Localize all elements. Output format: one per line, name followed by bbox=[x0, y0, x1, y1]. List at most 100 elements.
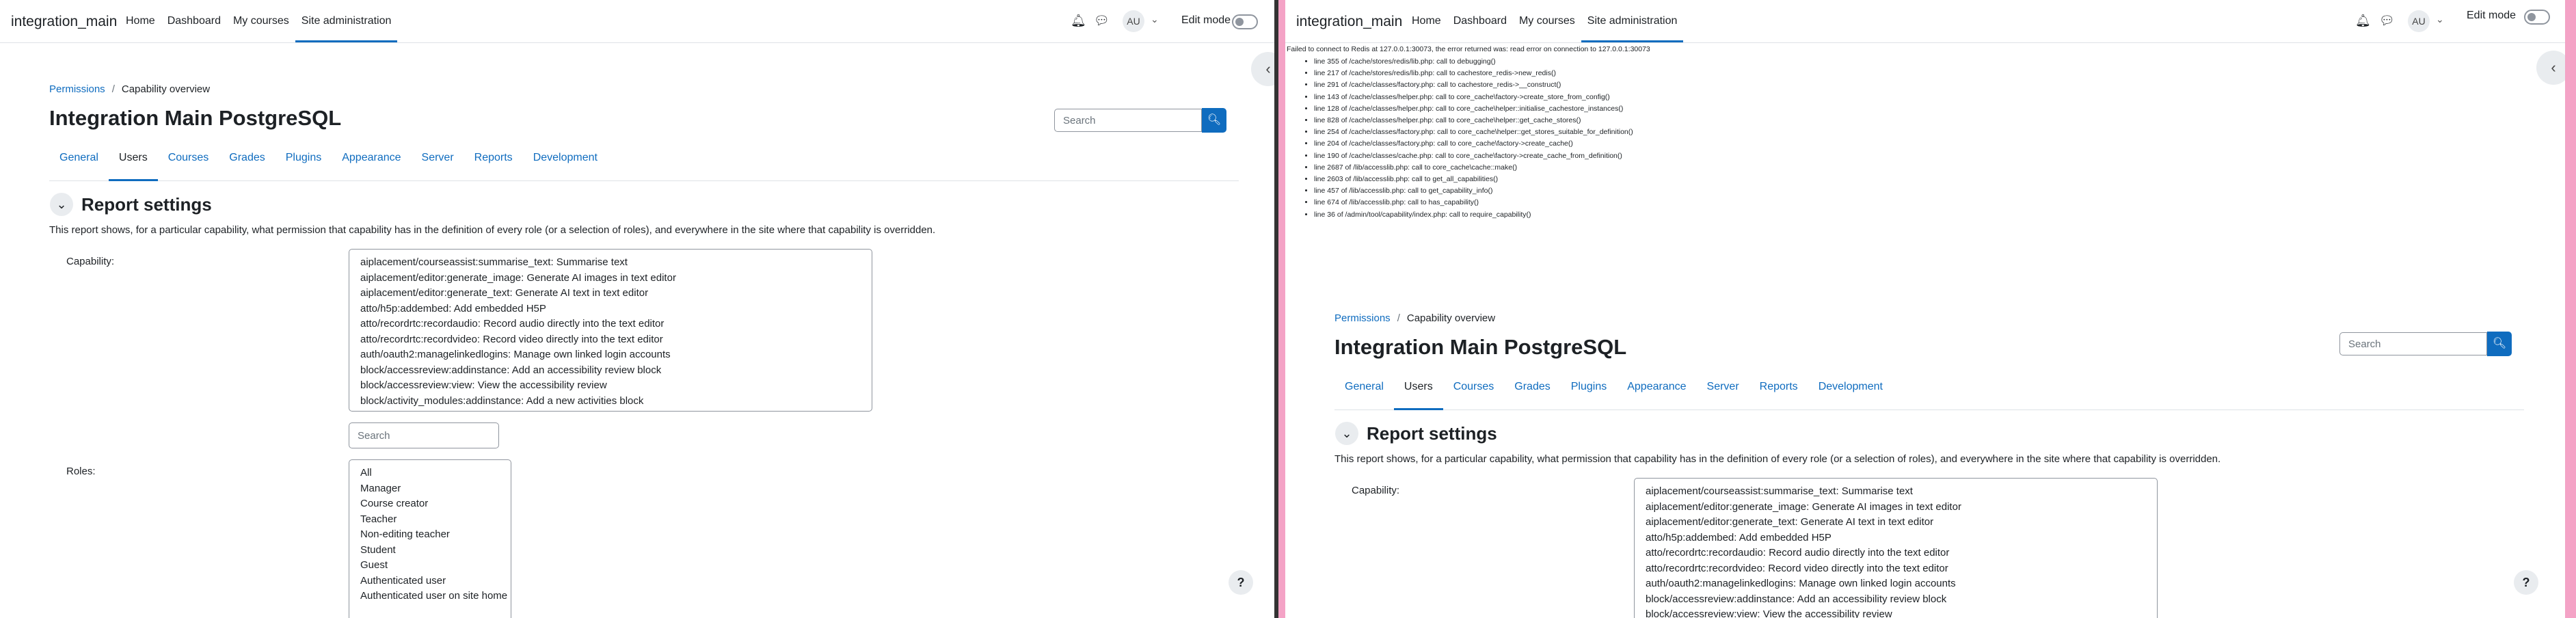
backtrace-line: line 128 of /cache/classes/helper.php: c… bbox=[1314, 103, 1633, 115]
tab-reports[interactable]: Reports bbox=[1749, 370, 1808, 409]
tab-courses[interactable]: Courses bbox=[158, 141, 219, 180]
breadcrumb-current: Capability overview bbox=[1406, 312, 1496, 324]
breadcrumb: Permissions / Capability overview bbox=[1334, 312, 1495, 324]
capability-option[interactable]: aiplacement/editor:generate_image: Gener… bbox=[1635, 500, 2157, 515]
nav-site-administration[interactable]: Site administration bbox=[1581, 0, 1684, 42]
nav-my-courses[interactable]: My courses bbox=[227, 0, 295, 42]
left-browser-pane: integration_main Home Dashboard My cours… bbox=[0, 0, 1274, 618]
search-input[interactable]: Search bbox=[1054, 109, 1202, 132]
bell-icon[interactable]: 🔔︎ bbox=[2355, 14, 2371, 28]
role-option[interactable]: All bbox=[349, 466, 511, 481]
capability-option[interactable]: auth/oauth2:managelinkedlogins: Manage o… bbox=[349, 347, 872, 363]
capability-option[interactable]: block/activity_modules:addinstance: Add … bbox=[349, 394, 872, 409]
help-button[interactable]: ? bbox=[1229, 570, 1253, 595]
tab-development[interactable]: Development bbox=[523, 141, 608, 180]
tab-plugins[interactable]: Plugins bbox=[1561, 370, 1617, 409]
admin-tabs: General Users Courses Grades Plugins App… bbox=[49, 141, 1239, 181]
tab-users[interactable]: Users bbox=[108, 141, 158, 181]
top-navbar: integration_main Home Dashboard My cours… bbox=[0, 0, 1274, 43]
breadcrumb-current: Capability overview bbox=[121, 83, 211, 95]
backtrace-line: line 254 of /cache/classes/factory.php: … bbox=[1314, 126, 1633, 138]
tab-server[interactable]: Server bbox=[1697, 370, 1749, 409]
chevron-down-icon[interactable]: ⌄ bbox=[2436, 14, 2444, 25]
tab-server[interactable]: Server bbox=[412, 141, 464, 180]
user-avatar[interactable]: AU bbox=[1123, 10, 1144, 32]
capability-option[interactable]: atto/recordrtc:recordvideo: Record video… bbox=[349, 332, 872, 348]
capability-option[interactable]: block/accessreview:view: View the access… bbox=[1635, 607, 2157, 618]
tab-general[interactable]: General bbox=[49, 141, 109, 180]
backtrace-line: line 36 of /admin/tool/capability/index.… bbox=[1314, 209, 1633, 221]
top-navbar: integration_main Home Dashboard My cours… bbox=[1285, 0, 2576, 43]
capability-option[interactable]: aiplacement/editor:generate_text: Genera… bbox=[349, 286, 872, 301]
breadcrumb-permissions[interactable]: Permissions bbox=[1334, 312, 1391, 324]
help-button[interactable]: ? bbox=[2514, 570, 2538, 595]
nav-dashboard[interactable]: Dashboard bbox=[161, 0, 227, 42]
site-name[interactable]: integration_main bbox=[1296, 14, 1402, 30]
tab-grades[interactable]: Grades bbox=[219, 141, 275, 180]
role-option[interactable]: Course creator bbox=[349, 496, 511, 512]
capability-option[interactable]: block/accessreview:addinstance: Add an a… bbox=[1635, 592, 2157, 608]
primary-nav: Home Dashboard My courses Site administr… bbox=[1406, 0, 1684, 42]
collapse-chevron-icon[interactable]: ⌄ bbox=[1335, 422, 1358, 445]
backtrace-line: line 217 of /cache/stores/redis/lib.php:… bbox=[1314, 68, 1633, 79]
nav-dashboard[interactable]: Dashboard bbox=[1447, 0, 1513, 42]
edit-mode-toggle[interactable] bbox=[2524, 10, 2550, 25]
primary-nav: Home Dashboard My courses Site administr… bbox=[120, 0, 398, 42]
nav-home[interactable]: Home bbox=[1406, 0, 1447, 42]
capability-option[interactable]: block/accessreview:addinstance: Add an a… bbox=[349, 363, 872, 379]
backtrace-line: line 190 of /cache/classes/cache.php: ca… bbox=[1314, 150, 1633, 162]
capability-select[interactable]: aiplacement/courseassist:summarise_text:… bbox=[349, 249, 872, 412]
tab-courses[interactable]: Courses bbox=[1443, 370, 1505, 409]
role-option[interactable]: Guest bbox=[349, 558, 511, 574]
capability-option[interactable]: atto/recordrtc:recordvideo: Record video… bbox=[1635, 561, 2157, 577]
capability-option[interactable]: atto/h5p:addembed: Add embedded H5P bbox=[349, 301, 872, 317]
tab-appearance[interactable]: Appearance bbox=[1617, 370, 1696, 409]
bell-icon[interactable]: 🔔︎ bbox=[1071, 14, 1086, 28]
chevron-down-icon[interactable]: ⌄ bbox=[1151, 14, 1159, 25]
capability-option[interactable]: block/accessreview:view: View the access… bbox=[349, 378, 872, 394]
tab-general[interactable]: General bbox=[1334, 370, 1394, 409]
role-option[interactable]: Student bbox=[349, 543, 511, 559]
message-icon[interactable]: 💬︎ bbox=[2379, 14, 2395, 28]
capability-option[interactable]: atto/h5p:addembed: Add embedded H5P bbox=[1635, 530, 2157, 546]
tab-grades[interactable]: Grades bbox=[1504, 370, 1560, 409]
search-input[interactable]: Search bbox=[2339, 332, 2487, 355]
message-icon[interactable]: 💬︎ bbox=[1094, 14, 1110, 28]
user-avatar[interactable]: AU bbox=[2408, 10, 2430, 32]
edit-mode-toggle[interactable] bbox=[1232, 14, 1258, 29]
capability-option[interactable]: aiplacement/courseassist:summarise_text:… bbox=[1635, 484, 2157, 500]
roles-select[interactable]: All Manager Course creator Teacher Non-e… bbox=[349, 459, 511, 618]
capability-filter-input[interactable]: Search bbox=[349, 422, 499, 448]
collapse-chevron-icon[interactable]: ⌄ bbox=[50, 193, 73, 216]
tab-users[interactable]: Users bbox=[1393, 370, 1443, 410]
tab-development[interactable]: Development bbox=[1808, 370, 1893, 409]
breadcrumb-permissions[interactable]: Permissions bbox=[49, 83, 105, 95]
nav-home[interactable]: Home bbox=[120, 0, 161, 42]
role-option[interactable]: Non-editing teacher bbox=[349, 527, 511, 543]
backtrace-line: line 457 of /lib/accesslib.php: call to … bbox=[1314, 185, 1633, 197]
capability-option[interactable]: aiplacement/editor:generate_image: Gener… bbox=[349, 271, 872, 286]
search-icon[interactable]: 🔍︎ bbox=[1202, 108, 1226, 133]
tab-reports[interactable]: Reports bbox=[464, 141, 523, 180]
role-option[interactable]: Authenticated user on site home bbox=[349, 589, 511, 604]
nav-site-administration[interactable]: Site administration bbox=[295, 0, 398, 42]
debug-error-message: Failed to connect to Redis at 127.0.0.1:… bbox=[1287, 45, 1650, 53]
role-option[interactable]: Manager bbox=[349, 481, 511, 497]
search-icon[interactable]: 🔍︎ bbox=[2487, 332, 2512, 356]
capability-select[interactable]: aiplacement/courseassist:summarise_text:… bbox=[1634, 478, 2158, 618]
role-option[interactable]: Authenticated user bbox=[349, 574, 511, 589]
capability-option[interactable]: atto/recordrtc:recordaudio: Record audio… bbox=[1635, 546, 2157, 561]
backtrace-line: line 2603 of /lib/accesslib.php: call to… bbox=[1314, 174, 1633, 185]
capability-option[interactable]: atto/recordrtc:recordaudio: Record audio… bbox=[349, 317, 872, 332]
open-drawer-button[interactable]: ‹ bbox=[1251, 52, 1274, 86]
capability-option[interactable]: aiplacement/courseassist:summarise_text:… bbox=[349, 255, 872, 271]
capability-label: Capability: bbox=[1352, 485, 1400, 496]
role-option[interactable]: Teacher bbox=[349, 512, 511, 528]
nav-my-courses[interactable]: My courses bbox=[1513, 0, 1581, 42]
capability-option[interactable]: auth/oauth2:managelinkedlogins: Manage o… bbox=[1635, 576, 2157, 592]
pane-divider bbox=[1278, 0, 1285, 618]
tab-plugins[interactable]: Plugins bbox=[276, 141, 332, 180]
site-name[interactable]: integration_main bbox=[11, 14, 117, 30]
capability-option[interactable]: aiplacement/editor:generate_text: Genera… bbox=[1635, 515, 2157, 530]
tab-appearance[interactable]: Appearance bbox=[332, 141, 411, 180]
